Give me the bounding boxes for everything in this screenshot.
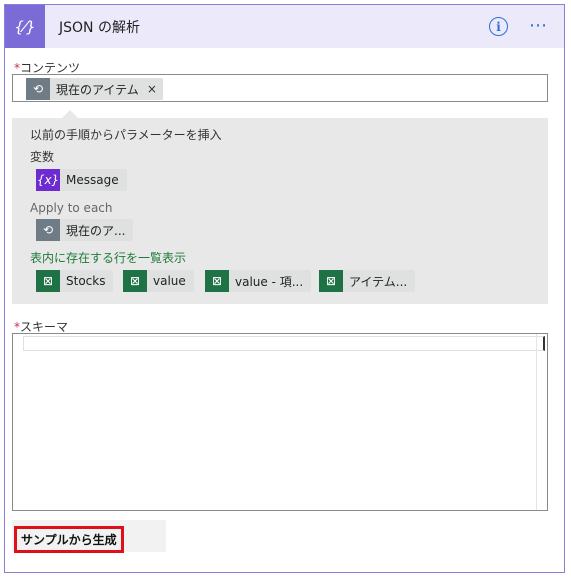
token-value-item[interactable]: ⊠ value - 項... <box>205 270 312 292</box>
excel-icon: ⊠ <box>205 270 229 292</box>
schema-scrollbar[interactable] <box>536 334 547 510</box>
token-value[interactable]: ⊠ value <box>123 270 194 292</box>
token-message[interactable]: {x} Message <box>36 169 127 191</box>
card-title: JSON の解析 <box>59 20 140 36</box>
card-header[interactable]: {⁄} JSON の解析 i ⋯ <box>5 5 564 48</box>
token-item[interactable]: ⊠ アイテム... <box>319 270 416 292</box>
loop-icon: ⟲ <box>26 78 50 100</box>
variable-icon: {x} <box>36 169 60 191</box>
excel-icon: ⊠ <box>123 270 147 292</box>
info-icon[interactable]: i <box>489 17 508 36</box>
popup-heading: 以前の手順からパラメーターを挿入 <box>30 128 222 142</box>
content-input[interactable]: ⟲ 現在のアイテム × <box>12 74 548 102</box>
more-options-icon[interactable]: ⋯ <box>529 15 548 36</box>
section-title-list-rows: 表内に存在する行を一覧表示 <box>30 251 187 265</box>
token-stocks[interactable]: ⊠ Stocks <box>36 270 114 292</box>
current-item-token[interactable]: ⟲ 現在のアイテム × <box>26 78 163 100</box>
excel-icon: ⊠ <box>36 270 60 292</box>
dynamic-content-panel: 以前の手順からパラメーターを挿入 変数 {x} Message Apply to… <box>12 118 548 304</box>
popup-caret <box>62 110 78 118</box>
loop-icon: ⟲ <box>36 219 60 241</box>
generate-from-sample-button[interactable]: サンプルから生成 <box>14 526 124 553</box>
section-title-variables: 変数 <box>30 150 55 164</box>
section-title-apply-to-each: Apply to each <box>30 201 113 215</box>
excel-icon: ⊠ <box>319 270 343 292</box>
remove-token-icon[interactable]: × <box>147 82 163 96</box>
token-current-item[interactable]: ⟲ 現在のア... <box>36 219 134 241</box>
json-action-icon: {⁄} <box>5 5 45 48</box>
schema-current-line[interactable] <box>23 336 545 351</box>
schema-editor[interactable] <box>12 333 548 511</box>
